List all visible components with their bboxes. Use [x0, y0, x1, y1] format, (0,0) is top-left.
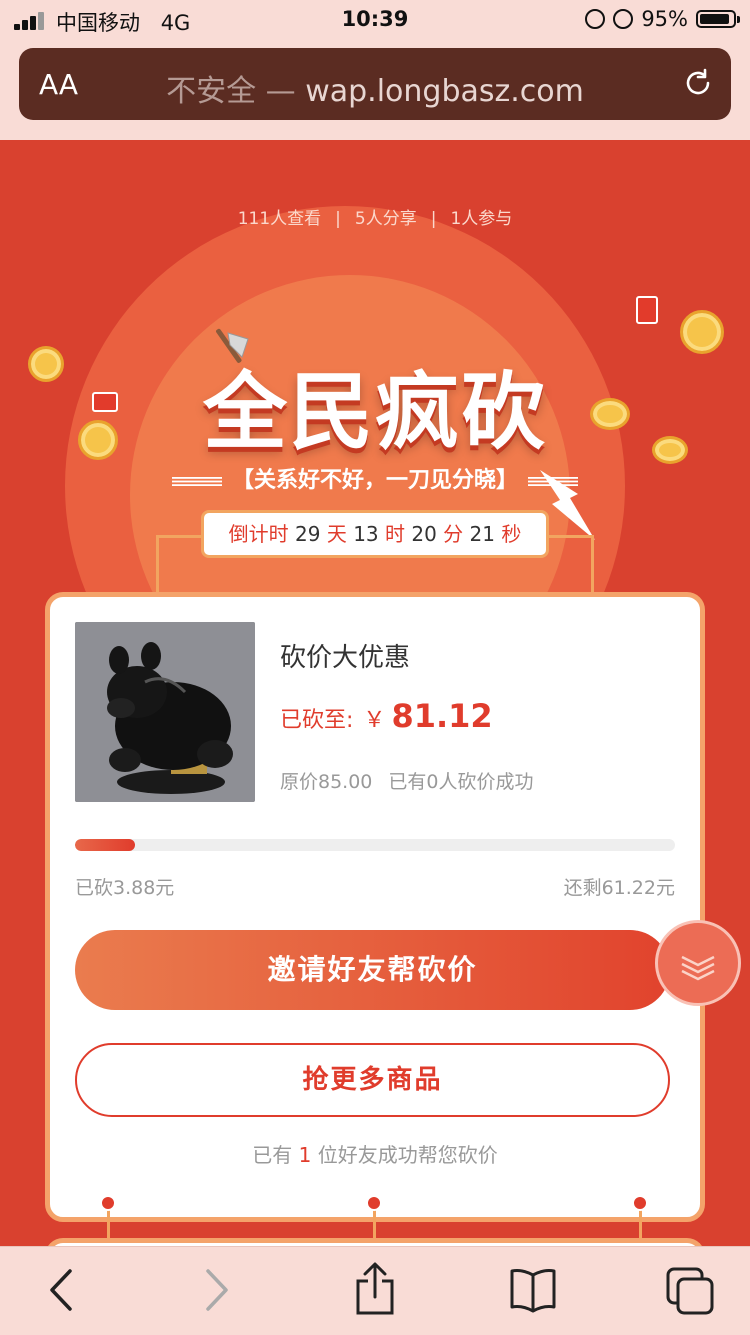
helper-count: 1 [298, 1143, 312, 1167]
decor-wire [546, 535, 594, 538]
cut-to-label: 已砍至: [280, 708, 354, 733]
orientation-lock-icon [585, 9, 606, 29]
decor-dot [632, 1195, 648, 1211]
current-price: 81.12 [391, 697, 493, 735]
campaign-slogan: 【关系好不好，一刀见分晓】 [0, 462, 750, 494]
cut-amount: 已砍3.88元 [75, 877, 175, 899]
decor-dot [100, 1195, 116, 1211]
countdown-seconds: 21 [469, 522, 495, 546]
status-bar: 中国移动 4G 10:39 95% [0, 0, 750, 40]
insecure-label: 不安全 [166, 74, 257, 109]
remaining-amount: 还剩61.22元 [563, 877, 675, 899]
current-price-row: 已砍至: ￥ 81.12 [280, 697, 493, 735]
address-bar[interactable]: AA 不安全 — wap.longbasz.com [19, 48, 731, 120]
countdown-days: 29 [295, 522, 321, 546]
pig-figurine-image [75, 622, 255, 802]
back-icon[interactable] [44, 1265, 80, 1315]
countdown-label: 倒计时 [228, 522, 289, 546]
product-info-row: 原价85.00 已有0人砍价成功 [280, 767, 534, 794]
bargain-progress-bar [75, 839, 675, 851]
invite-friends-button[interactable]: 邀请好友帮砍价 [75, 930, 670, 1010]
progress-fill [75, 839, 135, 851]
helper-prefix: 已有 [252, 1143, 293, 1167]
browser-toolbar [0, 1246, 750, 1335]
countdown-hours: 13 [353, 522, 379, 546]
bookmarks-icon[interactable] [508, 1265, 558, 1315]
decor-line [171, 480, 222, 482]
slogan-text: 【关系好不好，一刀见分晓】 [231, 468, 518, 493]
bargain-card: 砍价大优惠 已砍至: ￥ 81.12 原价85.00 已有0人砍价成功 已砍3.88元… [45, 592, 705, 1222]
countdown-unit: 时 [385, 522, 405, 546]
countdown-timer: 倒计时 29 天 13 时 20 分 21 秒 [201, 510, 549, 558]
share-icon[interactable] [352, 1261, 398, 1317]
original-price: 原价85.00 [280, 771, 373, 793]
battery-percent: 95% [641, 7, 688, 31]
shares-count: 5人分享 [354, 209, 417, 229]
views-count: 111人查看 [237, 209, 322, 229]
countdown-minutes: 20 [411, 522, 437, 546]
currency-symbol: ￥ [363, 708, 386, 733]
decor-dot [366, 1195, 382, 1211]
success-count: 已有0人砍价成功 [388, 771, 534, 793]
tabs-icon[interactable] [664, 1265, 716, 1317]
reload-icon[interactable] [683, 68, 713, 98]
campaign-title: 全民疯砍 [202, 363, 547, 461]
decor-line [528, 480, 578, 482]
forward-icon[interactable] [198, 1265, 234, 1315]
countdown-unit: 分 [443, 522, 464, 546]
more-products-button[interactable]: 抢更多商品 [75, 1043, 670, 1117]
hero-banner: 111人查看 | 5人分享 | 1人参与 全民疯砍 【关系好不好，一刀见分晓】 倒计时 … [0, 140, 750, 610]
product-name: 砍价大优惠 [280, 643, 411, 673]
participants-count: 1人参与 [450, 209, 513, 229]
product-image[interactable] [75, 622, 255, 802]
url-display[interactable]: 不安全 — wap.longbasz.com [19, 66, 731, 110]
url-separator: — [265, 74, 296, 109]
decor-wire [156, 535, 159, 595]
helper-suffix: 位好友成功帮您砍价 [317, 1143, 498, 1167]
alarm-icon [613, 9, 634, 29]
scroll-down-icon [681, 955, 715, 981]
red-packet-icon [636, 296, 658, 324]
battery-area: 95% [585, 7, 740, 31]
countdown-unit: 秒 [501, 522, 522, 546]
countdown-unit: 天 [326, 522, 347, 546]
stat-separator: | [335, 209, 341, 229]
battery-icon [696, 10, 740, 28]
engagement-stats: 111人查看 | 5人分享 | 1人参与 [0, 204, 750, 229]
url-domain: wap.longbasz.com [305, 74, 584, 109]
decor-wire [591, 535, 594, 595]
decor-wire [156, 535, 204, 538]
helper-summary: 已有 1 位好友成功帮您砍价 [50, 1139, 700, 1168]
stat-separator: | [430, 209, 437, 229]
scroll-down-button[interactable] [655, 920, 741, 1006]
